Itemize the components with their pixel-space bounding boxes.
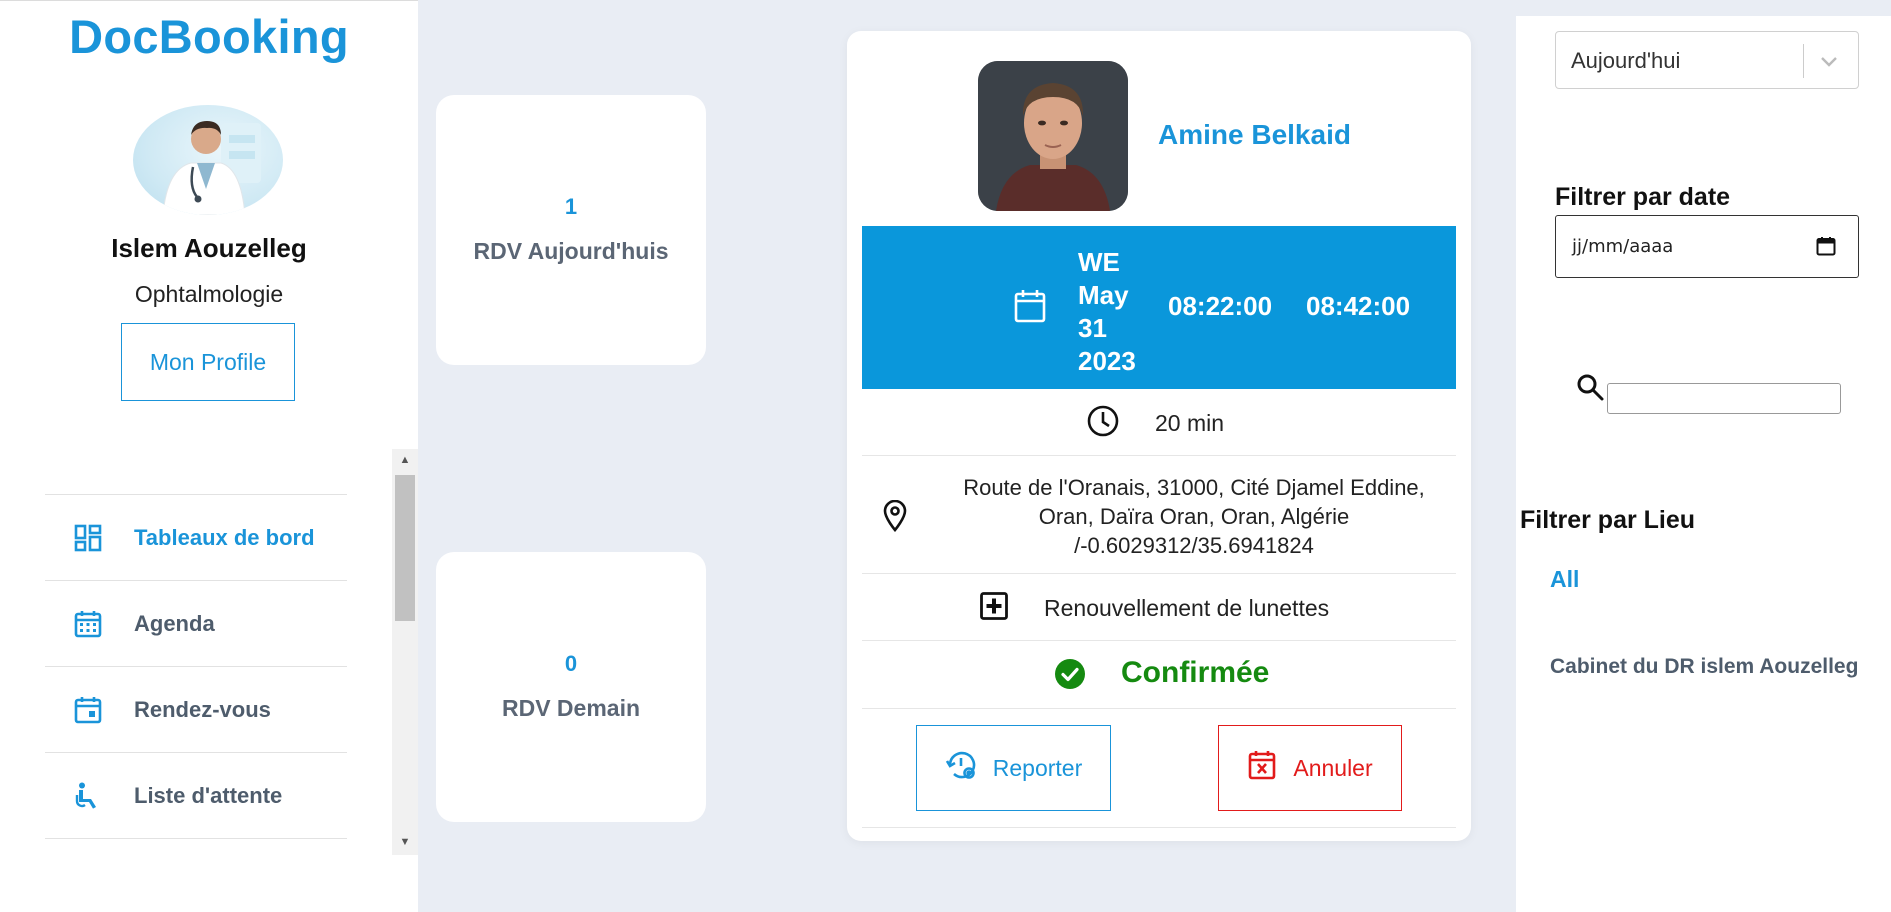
reason-row: Renouvellement de lunettes (862, 574, 1456, 641)
location-filter-heading: Filtrer par Lieu (1520, 506, 1696, 534)
calendar-day-icon (71, 693, 105, 727)
sidebar-item-label: Tableaux de bord (134, 524, 315, 550)
appointment-end-time: 08:42:00 (1306, 291, 1411, 321)
date-filter-input[interactable]: jj/mm/aaaa (1555, 215, 1859, 278)
dashboard-icon (71, 521, 105, 555)
clock-icon (1086, 404, 1120, 443)
location-option-all[interactable]: All (1550, 566, 1579, 593)
date-input-placeholder: jj/mm/aaaa (1572, 236, 1674, 257)
appointment-status: Confirmée (1121, 656, 1270, 689)
sidebar-item-label: Rendez-vous (134, 696, 271, 722)
chevron-down-icon[interactable] (1818, 50, 1840, 77)
address-line: Oran, Daïra Oran, Oran, Algérie (1038, 504, 1350, 529)
sidebar: DocBooking Islem Aouzelleg Ophtalmologie… (0, 0, 418, 912)
address-line: Route de l'Oranais, 31000, Cité Djamel E… (963, 475, 1425, 500)
cancel-appointment-button[interactable]: Annuler (1218, 725, 1402, 811)
sidebar-item-label: Agenda (134, 610, 215, 636)
appointment-day: 31 (1078, 313, 1107, 343)
status-row: Confirmée (862, 641, 1456, 709)
doctor-avatar (133, 105, 283, 215)
stat-tomorrow-label: RDV Demain (501, 695, 641, 721)
location-pin-icon (881, 499, 909, 537)
calendar-cancel-icon (1247, 749, 1277, 787)
appointment-month: May (1078, 280, 1129, 310)
stat-today-count: 1 (564, 194, 578, 219)
appointment-date-banner: WE May 31 2023 08:22:00 08:42:00 (862, 226, 1456, 389)
cancel-button-label: Annuler (1293, 754, 1373, 781)
doctor-specialty: Ophtalmologie (134, 281, 284, 307)
reschedule-button-label: Reporter (992, 754, 1083, 781)
search-icon[interactable] (1575, 372, 1605, 407)
sidebar-item-waiting-list[interactable]: Liste d'attente (45, 753, 347, 839)
appointment-start-time: 08:22:00 (1168, 291, 1273, 321)
date-filter-heading: Filtrer par date (1555, 183, 1731, 211)
app-logo[interactable]: DocBooking (0, 9, 418, 64)
appointment-year: 2023 (1078, 346, 1136, 376)
patient-photo (978, 61, 1128, 211)
my-profile-button[interactable]: Mon Profile (121, 323, 295, 401)
sidebar-item-label: Liste d'attente (134, 782, 283, 808)
reschedule-button[interactable]: Reporter (916, 725, 1111, 811)
period-select[interactable]: Aujourd'hui (1555, 31, 1859, 89)
stat-card-today: 1 RDV Aujourd'huis (436, 95, 706, 365)
check-circle-icon (1054, 658, 1086, 695)
appointment-address: Route de l'Oranais, 31000, Cité Djamel E… (944, 473, 1444, 560)
calendar-icon (1013, 288, 1047, 329)
sidebar-item-dashboard[interactable]: Tableaux de bord (45, 495, 347, 581)
stat-card-tomorrow: 0 RDV Demain (436, 552, 706, 822)
patient-name[interactable]: Amine Belkaid (1158, 119, 1351, 151)
search-input[interactable] (1607, 383, 1841, 414)
stat-tomorrow-count: 0 (564, 651, 578, 676)
duration-row: 20 min (862, 389, 1456, 456)
sidebar-item-appointments[interactable]: Rendez-vous (45, 667, 347, 753)
address-row: Route de l'Oranais, 31000, Cité Djamel E… (862, 456, 1456, 574)
history-settings-icon (945, 748, 979, 788)
stat-today-label: RDV Aujourd'huis (473, 238, 669, 264)
location-option-cabinet[interactable]: Cabinet du DR islem Aouzelleg (1550, 655, 1858, 679)
doctor-name: Islem Aouzelleg (111, 233, 307, 263)
filter-panel (1516, 16, 1891, 912)
scroll-up-arrow-icon[interactable]: ▲ (392, 451, 418, 469)
appointment-reason: Renouvellement de lunettes (1044, 595, 1330, 621)
wheelchair-icon (71, 779, 105, 813)
calendar-month-icon (71, 607, 105, 641)
appointment-card: Amine Belkaid WE May 31 2023 08:22:00 08… (847, 31, 1471, 841)
address-coordinates: /-0.6029312/35.6941824 (1074, 533, 1314, 558)
sidebar-nav: Tableaux de bord Agenda Rendez-vous List… (45, 494, 347, 839)
scroll-down-arrow-icon[interactable]: ▼ (392, 833, 418, 851)
appointment-duration: 20 min (1155, 410, 1225, 436)
calendar-picker-icon[interactable] (1816, 236, 1836, 261)
sidebar-item-agenda[interactable]: Agenda (45, 581, 347, 667)
appointment-weekday: WE (1078, 247, 1120, 277)
sidebar-scrollbar-thumb[interactable] (395, 475, 415, 621)
select-divider (1803, 44, 1804, 78)
period-select-value: Aujourd'hui (1571, 48, 1681, 73)
medical-plus-icon (979, 591, 1009, 626)
appointment-date: WE May 31 2023 (1078, 246, 1136, 378)
